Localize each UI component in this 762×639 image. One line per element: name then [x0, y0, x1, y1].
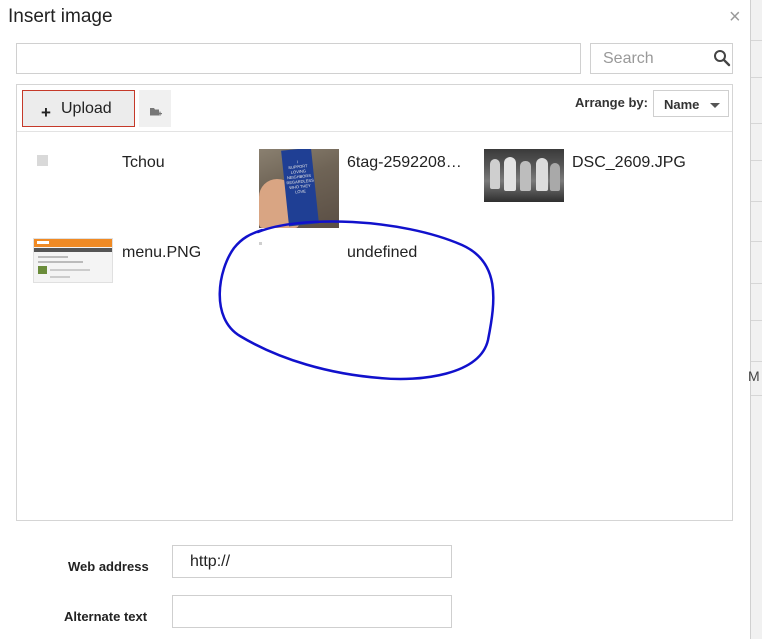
- image-thumbnail: I SUPPORT LOVING NEIGHBORS REGARDLESS WH…: [259, 149, 339, 228]
- background-divider: [751, 283, 762, 284]
- background-divider: [751, 77, 762, 78]
- ribbon-text: I SUPPORT LOVING NEIGHBORS REGARDLESS WH…: [286, 159, 314, 195]
- upload-button[interactable]: + Upload: [22, 90, 135, 127]
- browser-toolbar: + Upload Arrange by: Name: [17, 85, 732, 132]
- background-divider: [751, 201, 762, 202]
- web-address-field[interactable]: [172, 545, 452, 578]
- new-folder-icon: [150, 108, 162, 116]
- file-item-name: undefined: [347, 244, 418, 261]
- background-divider: [751, 123, 762, 124]
- arrange-by-label: Arrange by:: [575, 95, 648, 110]
- background-peek-text: M: [748, 368, 760, 384]
- search-icon[interactable]: [713, 49, 731, 67]
- insert-image-dialog: Insert image × + Upload Arrange by:: [0, 0, 750, 639]
- file-item-undefined[interactable]: undefined: [257, 238, 477, 298]
- arrange-by-select[interactable]: Name: [653, 90, 729, 117]
- close-icon[interactable]: ×: [729, 7, 741, 27]
- upload-button-label: Upload: [61, 100, 112, 117]
- alternate-text-field[interactable]: [172, 595, 452, 628]
- generic-file-icon: [37, 155, 48, 166]
- broken-image-icon: [259, 242, 262, 245]
- file-item-name: menu.PNG: [122, 244, 202, 261]
- search-box[interactable]: [590, 43, 733, 74]
- file-item-menu-png[interactable]: menu.PNG: [33, 238, 253, 298]
- background-divider: [751, 395, 762, 396]
- search-input[interactable]: [591, 44, 713, 73]
- file-item-6tag[interactable]: I SUPPORT LOVING NEIGHBORS REGARDLESS WH…: [259, 149, 479, 229]
- image-thumbnail: [484, 149, 564, 202]
- folder-path-field[interactable]: [16, 43, 581, 74]
- file-item-name: 6tag-2592208…: [347, 154, 462, 171]
- file-item-tchou[interactable]: Tchou: [35, 149, 255, 229]
- image-thumbnail: [33, 238, 113, 283]
- file-item-name: DSC_2609.JPG: [572, 154, 686, 171]
- arrange-by-value: Name: [664, 97, 700, 112]
- plus-icon: +: [41, 103, 51, 122]
- alternate-text-label: Alternate text: [64, 609, 148, 624]
- file-item-name: Tchou: [122, 154, 165, 171]
- background-divider: [751, 160, 762, 161]
- file-item-dsc2609[interactable]: DSC_2609.JPG: [484, 149, 714, 229]
- background-divider: [751, 320, 762, 321]
- background-divider: [751, 361, 762, 362]
- web-address-label: Web address: [68, 559, 149, 574]
- alternate-text-input[interactable]: [173, 596, 451, 627]
- dialog-title: Insert image: [8, 6, 113, 27]
- background-divider: [751, 40, 762, 41]
- chevron-down-icon: [710, 103, 720, 108]
- new-folder-button[interactable]: [139, 90, 171, 127]
- background-divider: [751, 241, 762, 242]
- web-address-input[interactable]: [173, 546, 451, 577]
- file-browser-panel: + Upload Arrange by: Name Tchou I SUPPOR…: [16, 84, 733, 521]
